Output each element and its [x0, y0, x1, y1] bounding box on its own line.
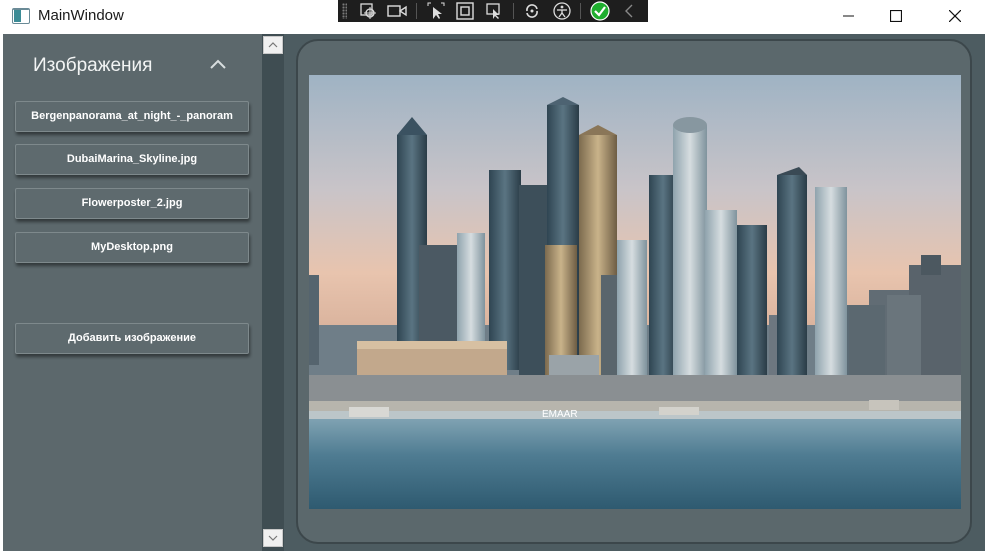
maximize-button[interactable]: [873, 0, 919, 32]
image-button-bergen[interactable]: Bergenpanorama_at_night_-_panoram: [15, 101, 249, 132]
image-button-mydesktop[interactable]: MyDesktop.png: [15, 232, 249, 263]
close-icon: [949, 10, 961, 22]
displayed-image[interactable]: EMAAR: [309, 75, 961, 509]
chevron-up-icon: [268, 42, 278, 48]
toolbar-separator: [512, 3, 514, 19]
refresh-icon: [526, 4, 539, 18]
check-icon: [590, 1, 610, 21]
add-image-button[interactable]: Добавить изображение: [15, 323, 249, 354]
accessibility-icon: [553, 2, 571, 20]
sidebar-scrollbar[interactable]: [262, 34, 284, 551]
image-card: EMAAR: [296, 39, 972, 544]
element-pick-tool[interactable]: [484, 0, 505, 22]
dubai-skyline-image: EMAAR: [309, 75, 961, 509]
maximize-icon: [890, 10, 902, 22]
main-window: MainWindow Изображения Bergenpanorama_at…: [0, 0, 988, 551]
accessibility-tool[interactable]: [551, 0, 572, 22]
window-title: MainWindow: [38, 7, 124, 24]
sidebar-title: Изображения: [33, 55, 153, 76]
image-button-dubai[interactable]: DubaiMarina_Skyline.jpg: [15, 144, 249, 175]
pointer-tool[interactable]: [425, 0, 446, 22]
video-tool[interactable]: [387, 0, 408, 22]
scroll-down-button[interactable]: [263, 529, 283, 547]
minimize-icon: [843, 15, 854, 17]
chevron-left-icon: [625, 4, 633, 18]
image-button-flowerposter[interactable]: Flowerposter_2.jpg: [15, 188, 249, 219]
frame-tool[interactable]: [454, 0, 475, 22]
element-pick-icon: [486, 3, 500, 19]
viewer-area: EMAAR: [284, 34, 985, 551]
scroll-up-button[interactable]: [263, 36, 283, 54]
select-element-icon: [360, 3, 376, 19]
close-button[interactable]: [932, 0, 978, 32]
collapse-toolbar-button[interactable]: [619, 0, 640, 22]
minimize-button[interactable]: [826, 0, 872, 32]
emaar-sign: EMAAR: [542, 409, 578, 420]
check-tool[interactable]: [589, 0, 610, 22]
chevron-down-icon: [268, 535, 278, 541]
debug-toolbar: [338, 0, 648, 22]
grip-handle[interactable]: [342, 3, 348, 19]
refresh-tool[interactable]: [522, 0, 543, 22]
client-area: Изображения Bergenpanorama_at_night_-_pa…: [3, 34, 985, 551]
toolbar-separator: [415, 3, 417, 19]
toolbar-separator: [580, 3, 582, 19]
pointer-icon: [427, 2, 445, 19]
video-icon: [387, 5, 408, 17]
images-sidebar: Изображения Bergenpanorama_at_night_-_pa…: [3, 34, 262, 551]
select-element-tool[interactable]: [357, 0, 378, 22]
frame-icon: [456, 2, 474, 20]
chevron-up-icon[interactable]: [209, 58, 227, 70]
app-icon: [12, 8, 30, 24]
